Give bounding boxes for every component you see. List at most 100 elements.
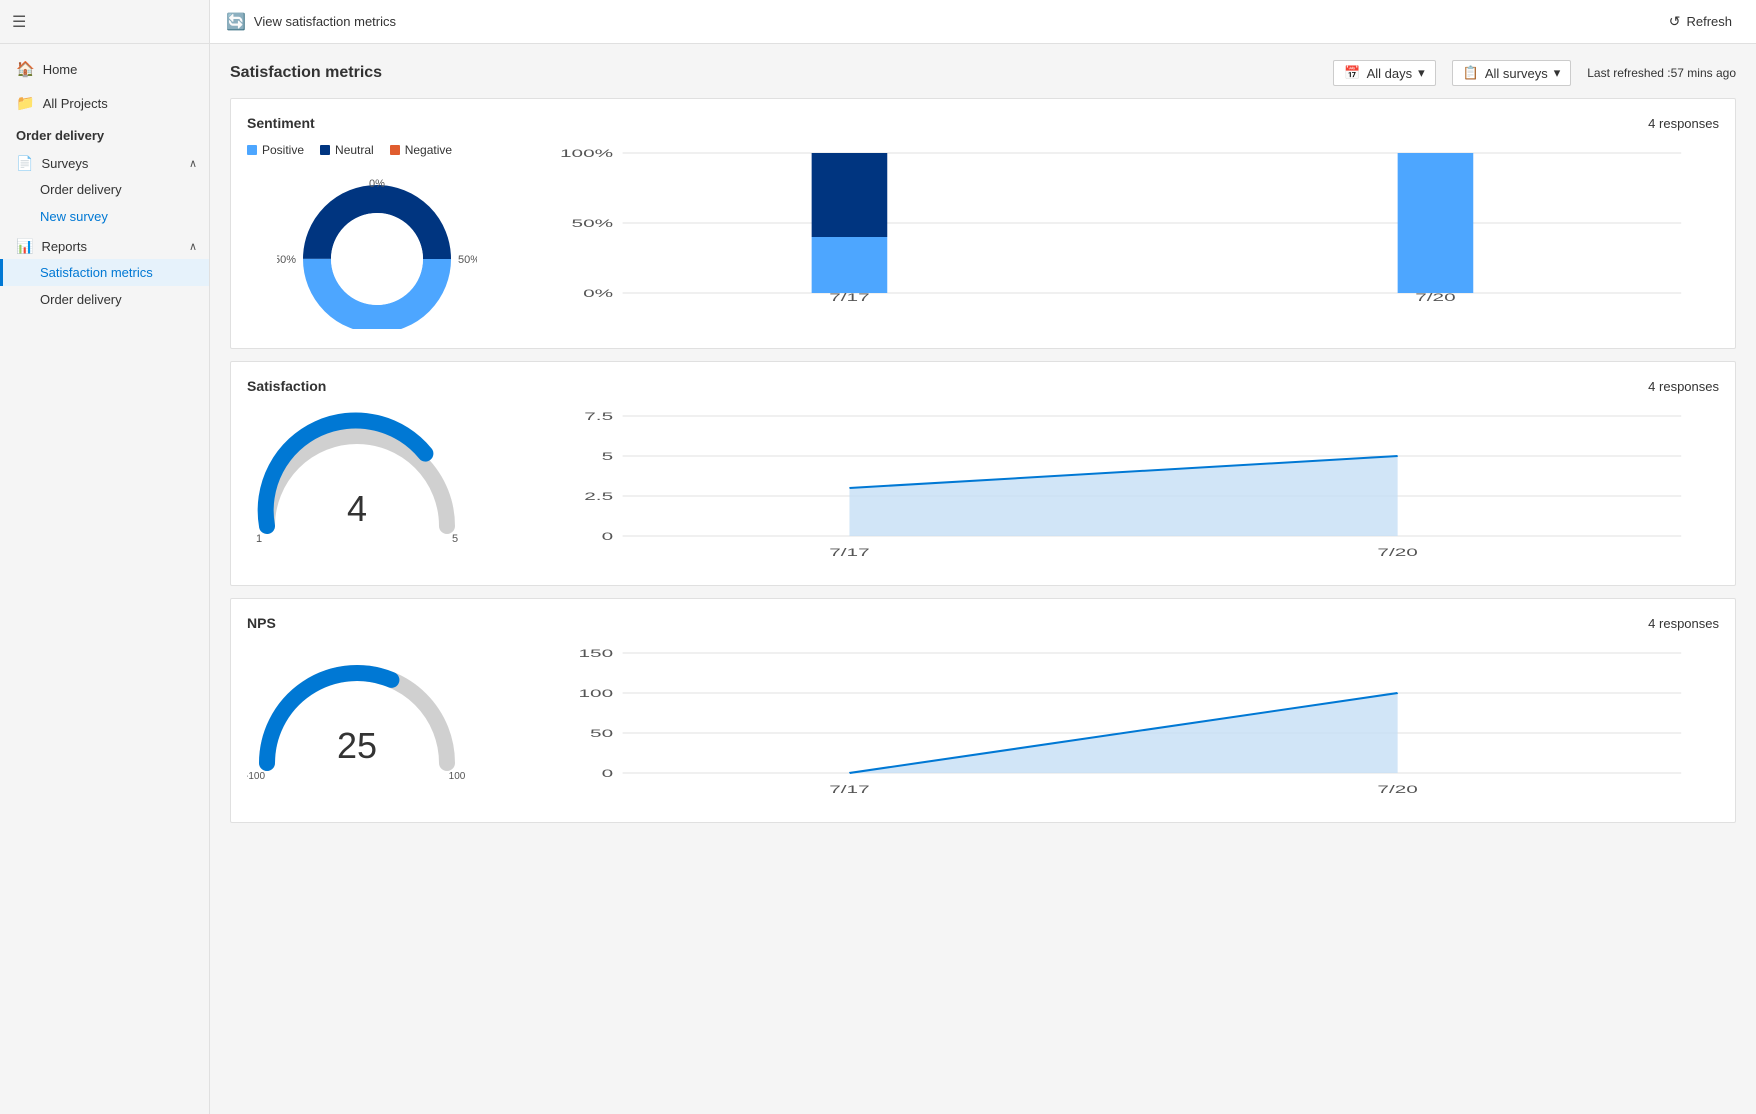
svg-text:100: 100 [449,771,466,782]
sentiment-bar-svg: 100% 50% 0% 7/17 7/20 [547,143,1719,303]
svg-text:50%: 50% [277,254,296,266]
satisfaction-card: Satisfaction 4 responses 1 5 4 [230,361,1736,586]
sidebar-item-satisfaction-metrics[interactable]: Satisfaction metrics [0,259,209,286]
days-filter-button[interactable]: 📅 All days ▾ [1333,60,1435,86]
page-header: Satisfaction metrics 📅 All days ▾ 📋 All … [230,60,1736,86]
nps-card-body: -100 100 25 150 100 [247,643,1719,806]
days-filter-label: All days [1367,66,1413,81]
home-icon: 🏠 [16,60,35,78]
nps-area-chart: 150 100 50 0 7/17 7/20 [547,643,1719,806]
sidebar-item-order-delivery[interactable]: Order delivery [0,176,209,203]
satisfaction-card-header: Satisfaction 4 responses [247,378,1719,394]
reports-label: Reports [41,239,87,254]
refresh-button[interactable]: ↺ Refresh [1661,9,1740,34]
surveys-filter-button[interactable]: 📋 All surveys ▾ [1452,60,1572,86]
negative-label: Negative [405,143,452,157]
svg-text:1: 1 [256,533,262,545]
satisfaction-gauge-area: 1 5 4 [247,406,507,569]
positive-dot [247,145,257,155]
legend-positive: Positive [247,143,304,157]
svg-text:7.5: 7.5 [584,410,613,423]
sidebar-section-order-delivery: Order delivery [0,120,209,147]
satisfaction-title: Satisfaction [247,378,326,394]
svg-text:7/17: 7/17 [829,291,869,303]
topbar: 🔄 View satisfaction metrics ↺ Refresh [210,0,1756,44]
nps-gauge-svg: -100 100 25 [247,643,467,783]
sidebar-item-home[interactable]: 🏠 Home [0,52,209,86]
sidebar: ☰ 🏠 Home 📁 All Projects Order delivery 📄… [0,0,210,1114]
last-refresh-label: Last refreshed :57 mins ago [1587,66,1736,80]
sentiment-legend: Positive Neutral Negative [247,143,507,157]
nps-responses: 4 responses [1648,616,1719,631]
svg-text:7/20: 7/20 [1377,783,1417,796]
svg-text:5: 5 [602,450,614,463]
projects-icon: 📁 [16,94,35,112]
legend-neutral: Neutral [320,143,374,157]
surveys-filter-icon: 📋 [1463,65,1479,81]
svg-text:2.5: 2.5 [584,490,613,503]
svg-text:100: 100 [578,687,613,700]
neutral-label: Neutral [335,143,374,157]
sentiment-responses: 4 responses [1648,116,1719,131]
surveys-icon: 📄 [16,155,33,172]
svg-text:7/17: 7/17 [829,783,869,796]
svg-text:7/20: 7/20 [1415,291,1455,303]
surveys-section-row[interactable]: 📄 Surveys ∧ [0,147,209,176]
svg-text:0: 0 [602,767,614,780]
home-label: Home [43,62,78,77]
hamburger-icon[interactable]: ☰ [12,12,26,32]
sentiment-card: Sentiment 4 responses Positive Neutral [230,98,1736,349]
nps-area-svg: 150 100 50 0 7/17 7/20 [547,643,1719,803]
days-chevron-icon: ▾ [1418,65,1425,81]
nps-gauge-area: -100 100 25 [247,643,507,806]
sentiment-card-body: Positive Neutral Negative [247,143,1719,332]
positive-label: Positive [262,143,304,157]
svg-text:150: 150 [578,647,613,660]
sidebar-item-new-survey[interactable]: New survey [0,203,209,230]
neutral-dot [320,145,330,155]
all-projects-label: All Projects [43,96,108,111]
surveys-chevron-icon: ▾ [1554,65,1561,81]
refresh-label: Refresh [1686,14,1732,29]
calendar-icon: 📅 [1344,65,1360,81]
surveys-filter-label: All surveys [1485,66,1548,81]
content-area: Satisfaction metrics 📅 All days ▾ 📋 All … [210,44,1756,1114]
nps-card-header: NPS 4 responses [247,615,1719,631]
satisfaction-area-svg: 7.5 5 2.5 0 7/17 7/20 [547,406,1719,566]
svg-text:5: 5 [452,533,458,545]
donut-svg: 0% 50% 50% [277,169,477,329]
sentiment-donut-area: Positive Neutral Negative [247,143,507,332]
svg-text:0: 0 [602,530,614,543]
sidebar-item-order-delivery-report[interactable]: Order delivery [0,286,209,313]
surveys-chevron: ∧ [189,157,197,170]
breadcrumb-icon: 🔄 [226,12,246,32]
svg-text:-100: -100 [247,771,265,782]
svg-text:100%: 100% [560,147,613,160]
svg-text:7/20: 7/20 [1377,546,1417,559]
svg-text:50%: 50% [572,217,614,230]
reports-chevron: ∧ [189,240,197,253]
reports-icon: 📊 [16,238,33,255]
refresh-icon: ↺ [1669,13,1681,30]
satisfaction-area-chart: 7.5 5 2.5 0 7/17 7/20 [547,406,1719,569]
page-controls: 📅 All days ▾ 📋 All surveys ▾ Last refres… [1333,60,1736,86]
sidebar-nav: 🏠 Home 📁 All Projects Order delivery 📄 S… [0,44,209,1114]
sidebar-header: ☰ [0,0,209,44]
satisfaction-card-body: 1 5 4 7.5 5 [247,406,1719,569]
sidebar-item-all-projects[interactable]: 📁 All Projects [0,86,209,120]
order-delivery-section-label: Order delivery [16,128,104,143]
svg-text:50: 50 [590,727,613,740]
negative-dot [390,145,400,155]
topbar-left: 🔄 View satisfaction metrics [226,12,396,32]
svg-text:0%: 0% [369,178,385,190]
satisfaction-gauge-svg: 1 5 4 [247,406,467,546]
main-content: 🔄 View satisfaction metrics ↺ Refresh Sa… [210,0,1756,1114]
reports-section-row[interactable]: 📊 Reports ∧ [0,230,209,259]
sentiment-title: Sentiment [247,115,315,131]
surveys-label: Surveys [41,156,88,171]
svg-text:0%: 0% [583,287,613,300]
legend-negative: Negative [390,143,452,157]
svg-text:50%: 50% [458,254,477,266]
sentiment-bar-chart-area: 100% 50% 0% 7/17 7/20 [547,143,1719,332]
svg-text:4: 4 [347,488,367,529]
